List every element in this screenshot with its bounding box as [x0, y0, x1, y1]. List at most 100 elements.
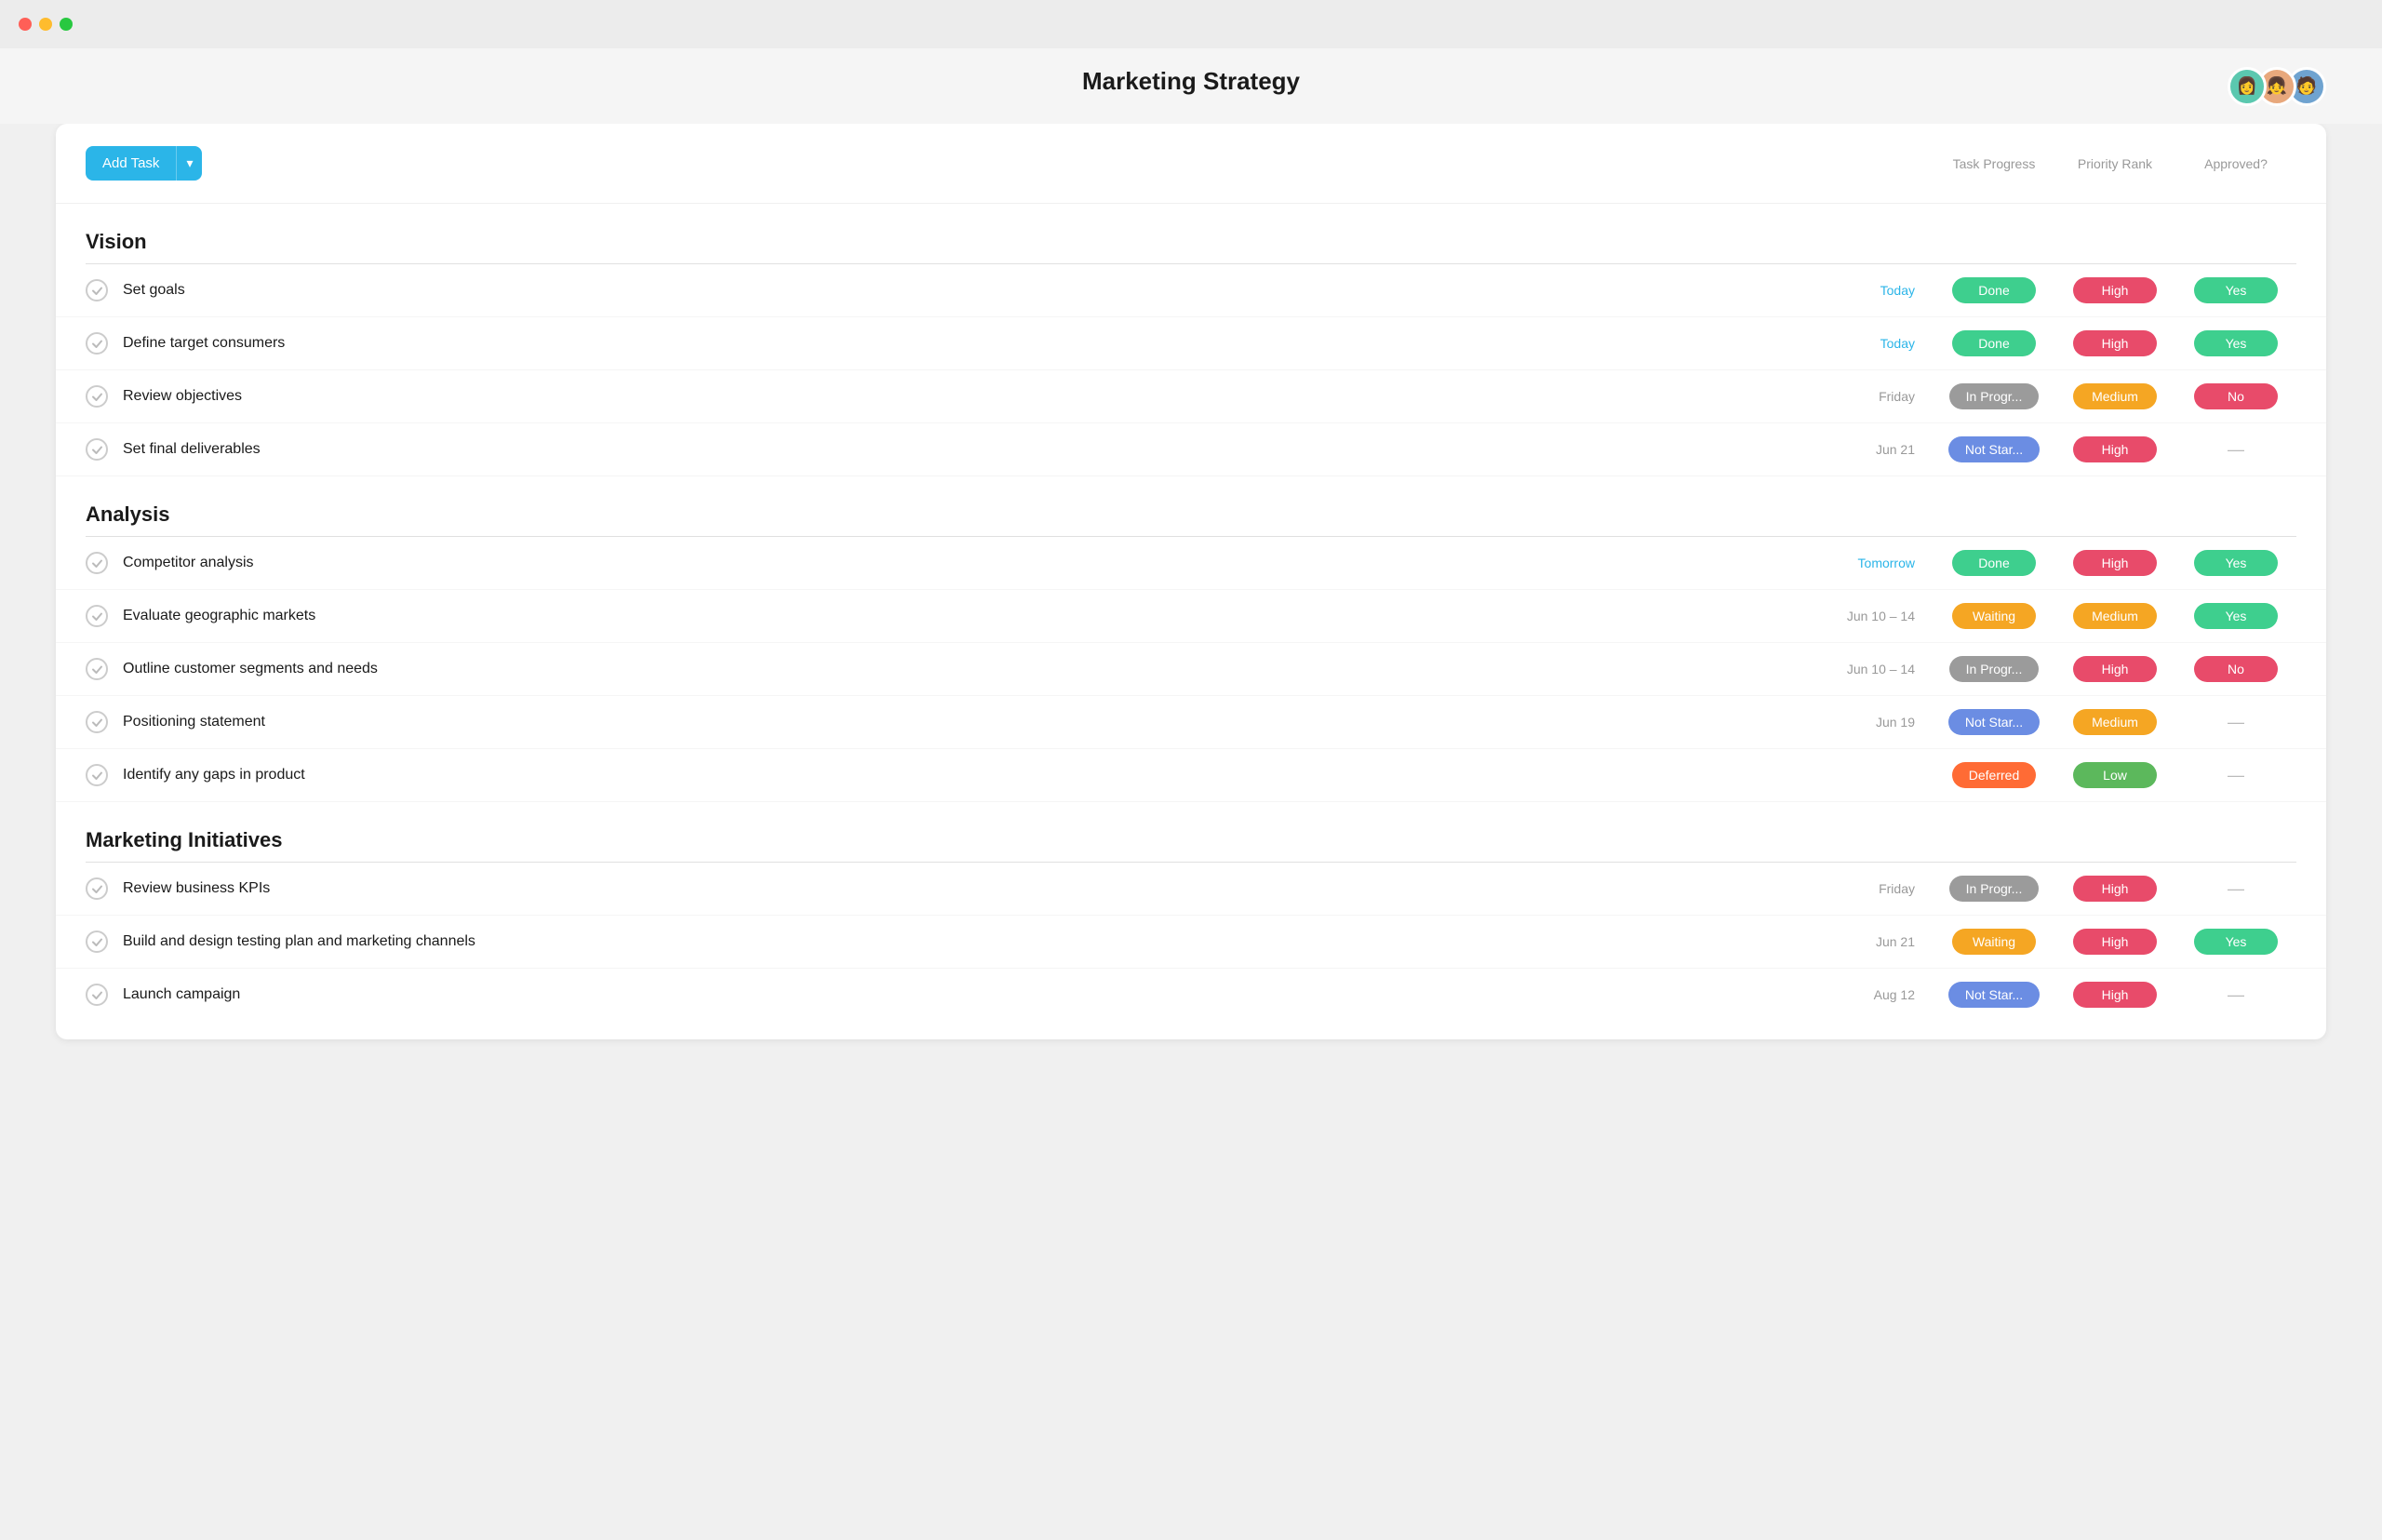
table-row[interactable]: Competitor analysisTomorrowDoneHighYes: [56, 537, 2326, 590]
task-approved-col: Yes: [2175, 603, 2296, 629]
task-date: Tomorrow: [1813, 556, 1915, 570]
task-date: Friday: [1813, 881, 1915, 896]
check-icon[interactable]: [86, 764, 108, 786]
progress-badge[interactable]: Not Star...: [1948, 709, 2040, 735]
table-row[interactable]: Set goalsTodayDoneHighYes: [56, 264, 2326, 317]
task-name: Positioning statement: [123, 714, 1813, 730]
check-icon[interactable]: [86, 605, 108, 627]
task-columns: Waiting High Yes: [1934, 929, 2296, 955]
task-name: Evaluate geographic markets: [123, 608, 1813, 624]
table-row[interactable]: Review business KPIsFridayIn Progr...Hig…: [56, 863, 2326, 916]
check-icon[interactable]: [86, 658, 108, 680]
add-task-button[interactable]: Add Task: [86, 146, 176, 181]
progress-badge[interactable]: Done: [1952, 550, 2036, 576]
progress-badge[interactable]: Done: [1952, 277, 2036, 303]
priority-badge[interactable]: High: [2073, 277, 2157, 303]
task-progress-col: Not Star...: [1934, 982, 2054, 1008]
traffic-lights: [19, 18, 73, 31]
check-icon[interactable]: [86, 279, 108, 301]
check-icon[interactable]: [86, 438, 108, 461]
page-header: Marketing Strategy 👩 👧 🧑: [0, 48, 2382, 124]
progress-badge[interactable]: In Progr...: [1949, 656, 2040, 682]
table-row[interactable]: Review objectivesFridayIn Progr...Medium…: [56, 370, 2326, 423]
table-row[interactable]: Define target consumersTodayDoneHighYes: [56, 317, 2326, 370]
task-columns: Done High Yes: [1934, 277, 2296, 303]
priority-badge[interactable]: Low: [2073, 762, 2157, 788]
check-icon[interactable]: [86, 984, 108, 1006]
priority-badge[interactable]: High: [2073, 982, 2157, 1008]
task-priority-col: High: [2054, 330, 2175, 356]
progress-badge[interactable]: Waiting: [1952, 929, 2036, 955]
traffic-light-yellow[interactable]: [39, 18, 52, 31]
approved-badge[interactable]: No: [2194, 656, 2278, 682]
section-title-0: Vision: [86, 230, 147, 254]
section-title-1: Analysis: [86, 502, 170, 527]
task-priority-col: High: [2054, 982, 2175, 1008]
table-row[interactable]: Identify any gaps in product Deferred Low —: [56, 749, 2326, 802]
progress-badge[interactable]: In Progr...: [1949, 876, 2040, 902]
priority-badge[interactable]: Medium: [2073, 603, 2157, 629]
task-progress-col: Waiting: [1934, 603, 2054, 629]
table-row[interactable]: Evaluate geographic marketsJun 10 – 14Wa…: [56, 590, 2326, 643]
check-icon[interactable]: [86, 931, 108, 953]
table-row[interactable]: Positioning statementJun 19Not Star...Me…: [56, 696, 2326, 749]
task-priority-col: Medium: [2054, 603, 2175, 629]
approved-dash: —: [2228, 713, 2244, 732]
approved-badge[interactable]: Yes: [2194, 330, 2278, 356]
task-name: Outline customer segments and needs: [123, 661, 1813, 677]
table-row[interactable]: Build and design testing plan and market…: [56, 916, 2326, 969]
add-task-dropdown[interactable]: ▾: [176, 146, 202, 181]
progress-badge[interactable]: Not Star...: [1948, 436, 2040, 462]
progress-badge[interactable]: Waiting: [1952, 603, 2036, 629]
approved-badge[interactable]: No: [2194, 383, 2278, 409]
priority-badge[interactable]: Medium: [2073, 709, 2157, 735]
progress-badge[interactable]: In Progr...: [1949, 383, 2040, 409]
check-icon[interactable]: [86, 385, 108, 408]
task-priority-col: Medium: [2054, 383, 2175, 409]
table-row[interactable]: Set final deliverablesJun 21Not Star...H…: [56, 423, 2326, 476]
priority-badge[interactable]: High: [2073, 436, 2157, 462]
task-progress-col: Done: [1934, 330, 2054, 356]
task-progress-col: Waiting: [1934, 929, 2054, 955]
check-icon[interactable]: [86, 552, 108, 574]
task-date: Friday: [1813, 389, 1915, 404]
card-header: Add Task ▾ Task Progress Priority Rank A…: [56, 124, 2326, 204]
priority-badge[interactable]: High: [2073, 550, 2157, 576]
traffic-light-green[interactable]: [60, 18, 73, 31]
task-date: Jun 10 – 14: [1813, 662, 1915, 676]
approved-badge[interactable]: Yes: [2194, 277, 2278, 303]
check-icon[interactable]: [86, 877, 108, 900]
priority-badge[interactable]: Medium: [2073, 383, 2157, 409]
approved-dash: —: [2228, 985, 2244, 1005]
approved-badge[interactable]: Yes: [2194, 550, 2278, 576]
check-icon[interactable]: [86, 332, 108, 355]
task-name: Build and design testing plan and market…: [123, 933, 1813, 950]
task-priority-col: Low: [2054, 762, 2175, 788]
priority-badge[interactable]: High: [2073, 876, 2157, 902]
approved-dash: —: [2228, 766, 2244, 785]
task-progress-col: Deferred: [1934, 762, 2054, 788]
traffic-light-red[interactable]: [19, 18, 32, 31]
approved-badge[interactable]: Yes: [2194, 929, 2278, 955]
priority-badge[interactable]: High: [2073, 330, 2157, 356]
task-columns: In Progr... Medium No: [1934, 383, 2296, 409]
task-priority-col: High: [2054, 550, 2175, 576]
col-header-task-progress: Task Progress: [1934, 156, 2054, 171]
task-columns: In Progr... High —: [1934, 876, 2296, 902]
check-icon[interactable]: [86, 711, 108, 733]
approved-badge[interactable]: Yes: [2194, 603, 2278, 629]
table-row[interactable]: Launch campaignAug 12Not Star...High—: [56, 969, 2326, 1021]
task-date: Today: [1813, 336, 1915, 351]
progress-badge[interactable]: Not Star...: [1948, 982, 2040, 1008]
task-columns: Not Star... High —: [1934, 982, 2296, 1008]
approved-dash: —: [2228, 440, 2244, 460]
task-name: Identify any gaps in product: [123, 767, 1813, 783]
priority-badge[interactable]: High: [2073, 656, 2157, 682]
table-row[interactable]: Outline customer segments and needsJun 1…: [56, 643, 2326, 696]
task-columns: Deferred Low —: [1934, 762, 2296, 788]
priority-badge[interactable]: High: [2073, 929, 2157, 955]
progress-badge[interactable]: Deferred: [1952, 762, 2036, 788]
progress-badge[interactable]: Done: [1952, 330, 2036, 356]
task-approved-col: Yes: [2175, 277, 2296, 303]
task-approved-col: —: [2175, 876, 2296, 902]
